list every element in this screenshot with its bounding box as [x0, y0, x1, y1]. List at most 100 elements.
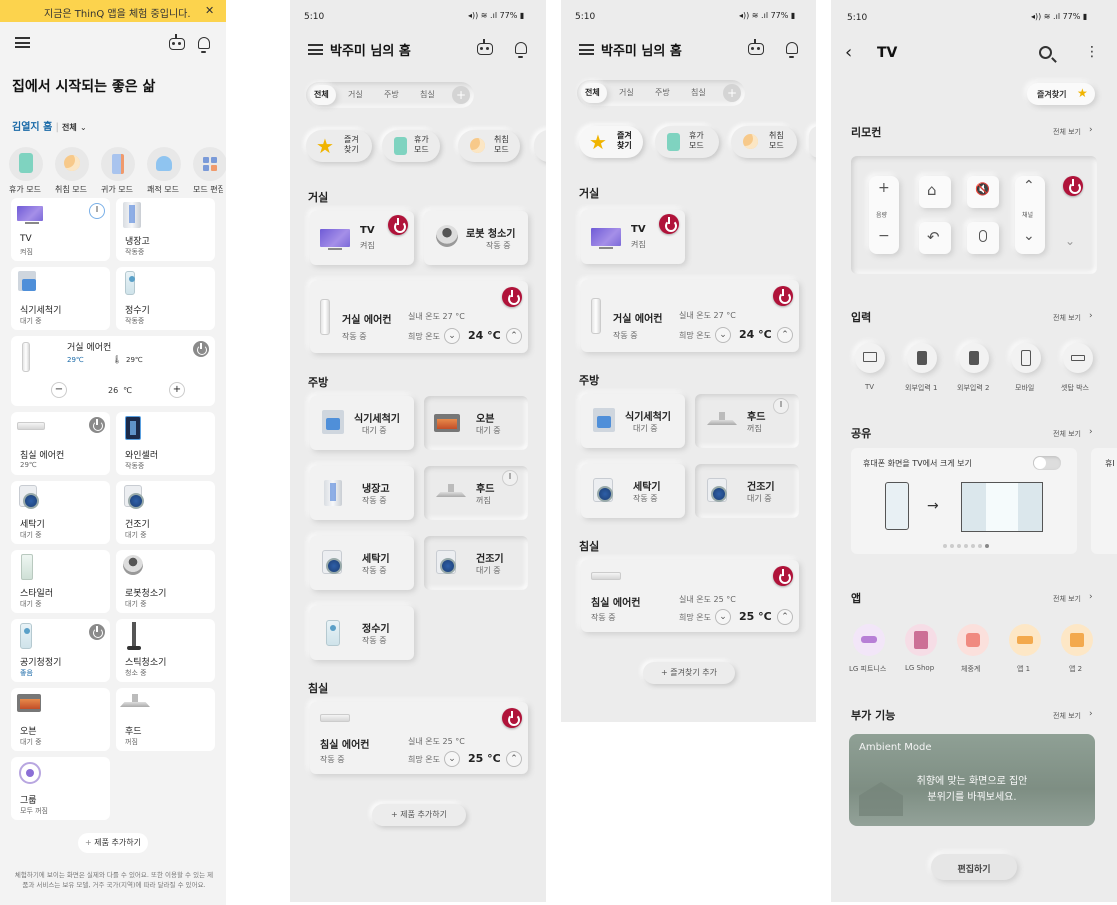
app-1[interactable] — [1009, 624, 1041, 656]
power-icon[interactable] — [502, 287, 522, 307]
mode-sleep[interactable]: 취침 모드 — [731, 126, 797, 158]
mode-edit[interactable] — [193, 147, 226, 181]
device-tile[interactable]: 스타일러 대기 중 — [11, 550, 110, 613]
device-tile[interactable]: 정수기 작동중 — [116, 267, 215, 330]
temp-down-button[interactable]: − — [51, 382, 67, 398]
mode-favorites[interactable]: ★ 즐겨 찾기 — [579, 126, 643, 158]
device-tile[interactable]: 오븐 대기 중 — [11, 688, 110, 751]
power-icon[interactable] — [502, 708, 522, 728]
temp-up-button[interactable]: ⌃ — [777, 327, 793, 343]
device-card[interactable]: 건조기 대기 중 — [424, 536, 528, 590]
power-icon[interactable] — [388, 215, 408, 235]
temp-down-button[interactable]: ⌄ — [444, 751, 460, 767]
edit-button[interactable]: 편집하기 — [931, 854, 1017, 880]
input-hdmi-2[interactable] — [959, 343, 989, 373]
input-mobile[interactable] — [1011, 343, 1041, 373]
input-tv[interactable] — [855, 343, 885, 373]
tab-living[interactable]: 거실 — [619, 87, 634, 98]
add-tab-button[interactable]: + — [452, 86, 470, 104]
bell-icon[interactable] — [786, 42, 798, 58]
device-tile[interactable]: 후드 꺼짐 — [116, 688, 215, 751]
app-lg-fitness[interactable] — [853, 624, 885, 656]
temp-down-button[interactable]: ⌄ — [444, 328, 460, 344]
see-all-link[interactable]: 전체 보기 — [1053, 429, 1081, 439]
share-card-next[interactable]: 휴I — [1091, 448, 1117, 554]
device-card[interactable]: 세탁기 작동 중 — [310, 536, 414, 590]
channel-up-icon[interactable]: ⌃ — [1023, 178, 1035, 194]
see-all-link[interactable]: 전체 보기 — [1053, 594, 1081, 604]
menu-icon[interactable] — [308, 44, 323, 55]
power-icon[interactable] — [89, 624, 105, 640]
power-icon[interactable] — [502, 470, 518, 486]
device-card-bedroom-ac[interactable]: 침실 에어컨 작동 중 실내 온도 25 °C 희망 온도 ⌄ 25 °C ⌃ — [310, 702, 528, 774]
search-icon[interactable] — [1039, 46, 1057, 63]
input-settop[interactable] — [1063, 343, 1093, 373]
mode-vacation[interactable]: 휴가 모드 — [382, 130, 440, 162]
device-card-living-ac[interactable]: 거실 에어컨 작동 중 실내 온도 27 °C 희망 온도 ⌄ 24 °C ⌃ — [310, 281, 528, 353]
volume-down-icon[interactable]: − — [878, 228, 890, 244]
ac-control-card[interactable]: 거실 에어컨 29℃ 🌡 29℃ − 26 ℃ + — [11, 336, 215, 406]
mode-vacation[interactable]: 휴가 모드 — [655, 126, 719, 158]
power-icon[interactable] — [193, 341, 209, 357]
tab-all[interactable]: 전체 — [585, 87, 600, 98]
see-all-link[interactable]: 전체 보기 — [1053, 127, 1081, 137]
device-tile[interactable]: 건조기 대기 중 — [116, 481, 215, 544]
device-tile[interactable]: 침실 에어컨 29℃ — [11, 412, 110, 475]
tab-bedroom[interactable]: 침실 — [691, 87, 706, 98]
temp-down-button[interactable]: ⌄ — [715, 327, 731, 343]
volume-rocker[interactable]: + 음량 − — [869, 176, 899, 254]
device-tile[interactable]: TV 켜짐 — [11, 198, 110, 261]
power-icon[interactable] — [659, 214, 679, 234]
mode-home[interactable] — [101, 147, 135, 181]
tab-kitchen[interactable]: 주방 — [384, 89, 399, 100]
device-card-tv[interactable]: TV 켜짐 — [310, 211, 414, 265]
temp-up-button[interactable]: ⌃ — [506, 751, 522, 767]
favorite-button[interactable]: 즐겨찾기 ★ — [1027, 83, 1095, 105]
add-device-button[interactable]: + 제품 추가하기 — [372, 804, 466, 826]
add-tab-button[interactable]: + — [723, 84, 741, 102]
device-card[interactable]: 식기세척기 대기 중 — [581, 394, 685, 448]
volume-up-icon[interactable]: + — [878, 180, 890, 196]
device-tile[interactable]: 냉장고 작동중 — [116, 198, 215, 261]
close-icon[interactable]: ✕ — [205, 4, 214, 17]
power-icon[interactable] — [773, 286, 793, 306]
device-card-living-ac[interactable]: 거실 에어컨 작동 중 실내 온도 27 °C 희망 온도 ⌄ 24 °C ⌃ — [581, 280, 799, 352]
temp-up-button[interactable]: ⌃ — [506, 328, 522, 344]
power-icon[interactable] — [773, 566, 793, 586]
channel-rocker[interactable]: ⌃ 채널 ⌄ — [1015, 176, 1045, 254]
device-card-robot[interactable]: 로봇 청소기 작동 중 — [424, 211, 528, 265]
device-tile[interactable]: 그룹 모두 꺼짐 — [11, 757, 110, 820]
power-icon[interactable] — [1063, 176, 1083, 196]
device-card[interactable]: 건조기 대기 중 — [695, 464, 799, 518]
more-icon[interactable]: ⋮ — [1085, 44, 1099, 60]
mode-sleep[interactable]: 취침 모드 — [458, 130, 520, 162]
mode-sleep[interactable] — [55, 147, 89, 181]
device-card[interactable]: 정수기 작동 중 — [310, 606, 414, 660]
channel-down-icon[interactable]: ⌄ — [1023, 228, 1035, 244]
back-icon[interactable]: ‹ — [845, 42, 852, 63]
device-tile[interactable]: 식기세척기 대기 중 — [11, 267, 110, 330]
ambient-mode-card[interactable]: Ambient Mode 취향에 맞는 화면으로 집안 분위기를 바꿔보세요. — [849, 734, 1095, 826]
app-lg-shop[interactable] — [905, 624, 937, 656]
device-card[interactable]: 세탁기 작동 중 — [581, 464, 685, 518]
voice-button[interactable] — [967, 222, 999, 254]
mode-more[interactable] — [534, 130, 546, 162]
device-card[interactable]: 후드 꺼짐 — [424, 466, 528, 520]
bell-icon[interactable] — [198, 37, 210, 53]
see-all-link[interactable]: 전체 보기 — [1053, 313, 1081, 323]
input-hdmi-1[interactable] — [907, 343, 937, 373]
back-button[interactable]: ↶ — [919, 222, 951, 254]
share-card[interactable]: 휴대폰 화면을 TV에서 크게 보기 → — [851, 448, 1077, 554]
mode-more[interactable] — [809, 126, 816, 158]
mode-favorites[interactable]: ★ 즐겨 찾기 — [306, 130, 372, 162]
temp-up-button[interactable]: + — [169, 382, 185, 398]
temp-up-button[interactable]: ⌃ — [777, 609, 793, 625]
device-tile[interactable]: 스틱청소기 청소 중 — [116, 619, 215, 682]
device-card-bedroom-ac[interactable]: 침실 에어컨 작동 중 실내 온도 25 °C 희망 온도 ⌄ 25 °C ⌃ — [581, 560, 799, 632]
tab-kitchen[interactable]: 주방 — [655, 87, 670, 98]
chatbot-icon[interactable] — [169, 34, 185, 50]
app-2[interactable] — [1061, 624, 1093, 656]
power-icon[interactable] — [89, 417, 105, 433]
share-toggle[interactable] — [1033, 456, 1061, 470]
tab-bedroom[interactable]: 침실 — [420, 89, 435, 100]
